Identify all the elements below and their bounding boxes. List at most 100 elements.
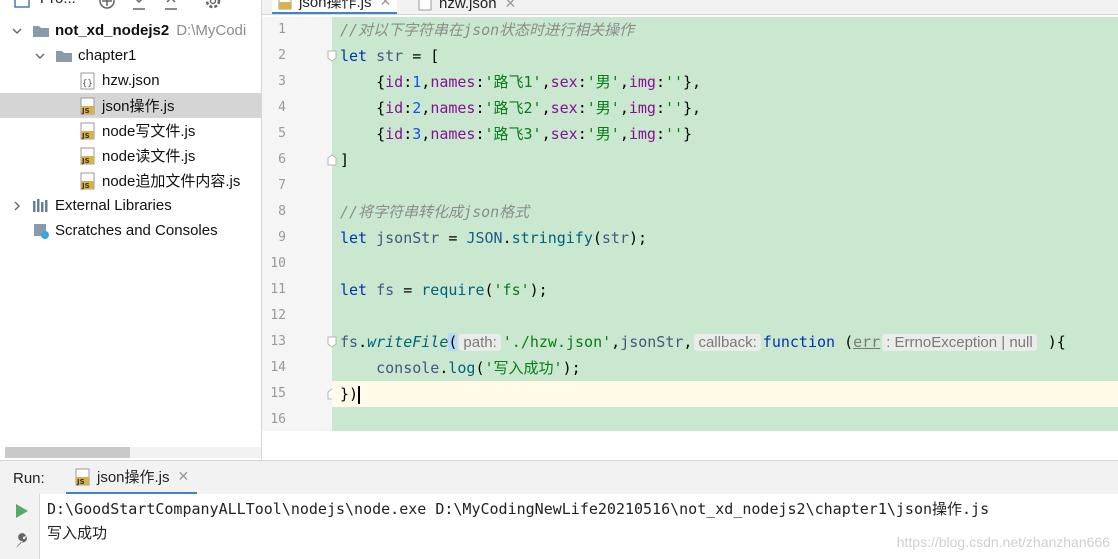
code-token: ] — [340, 151, 350, 169]
project-view-title[interactable]: Pro... — [40, 0, 76, 12]
libraries-icon — [32, 197, 50, 215]
code-token: require — [421, 281, 485, 299]
code-token: ( — [448, 333, 458, 351]
code-line[interactable]: 8 //将字符串转化成json格式 — [262, 199, 1118, 225]
code-token: '写入成功' — [484, 359, 563, 377]
code-line[interactable]: 11 let fs = require('fs'); — [262, 277, 1118, 303]
code-token: img — [628, 125, 656, 143]
code-token: ){ — [1038, 333, 1066, 351]
code-line[interactable]: 6 ] — [262, 147, 1118, 173]
run-tool-window-header: Run: JS json操作.js ✕ — [0, 460, 1118, 495]
tree-item-label: json操作.js — [102, 98, 175, 115]
tree-item-hzw-json[interactable]: {} hzw.json — [0, 68, 261, 93]
code-token: '' — [664, 125, 684, 143]
gear-icon[interactable] — [204, 0, 222, 12]
code-token: '路飞3' — [484, 125, 542, 143]
tree-item-label: node读文件.js — [102, 148, 196, 165]
close-icon[interactable]: ✕ — [505, 0, 517, 12]
collapse-all-icon[interactable] — [162, 0, 180, 12]
code-line-current[interactable]: 15 }) — [262, 381, 1118, 407]
code-token: let — [340, 47, 368, 65]
tab-label: json操作.js — [299, 0, 372, 11]
type-hint: : ErrnoException | null — [882, 334, 1037, 351]
code-token: , — [611, 333, 621, 351]
line-number: 8 — [278, 204, 286, 219]
tab-label: hzw.json — [439, 0, 497, 12]
line-number: 10 — [270, 256, 286, 271]
code-token: '男' — [586, 125, 620, 143]
close-icon[interactable]: ✕ — [380, 0, 392, 10]
code-token: ); — [529, 281, 548, 299]
project-view-icon[interactable] — [14, 0, 30, 12]
parameter-hint: callback: — [694, 334, 761, 351]
code-line[interactable]: 13 fs.writeFile(path: './hzw.json',jsonSt… — [262, 329, 1118, 355]
svg-text:{}: {} — [82, 79, 93, 89]
tree-item-node-append-js[interactable]: JS node追加文件内容.js — [0, 168, 261, 193]
code-line[interactable]: 5 {id:3,names:'路飞3',sex:'男',img:''} — [262, 121, 1118, 147]
project-toolbar: Pro... — [0, 0, 261, 13]
code-line[interactable]: 7 — [262, 173, 1118, 199]
tree-item-label: node写文件.js — [102, 123, 196, 140]
tree-item-node-write-js[interactable]: JS node写文件.js — [0, 118, 261, 143]
code-token: id — [385, 73, 404, 91]
code-line[interactable]: 14 console.log('写入成功'); — [262, 355, 1118, 381]
code-token: = [ — [403, 47, 440, 65]
json-file-icon: {} — [79, 72, 97, 90]
tree-item-external-libraries[interactable]: External Libraries — [0, 193, 261, 218]
code-token: id — [385, 125, 404, 143]
code-token: ); — [562, 359, 581, 377]
wrench-icon[interactable] — [13, 532, 31, 555]
tree-item-label: chapter1 — [78, 47, 137, 64]
line-number: 12 — [270, 308, 286, 323]
horizontal-scrollbar-thumb[interactable] — [5, 447, 130, 458]
code-token: function — [762, 333, 836, 351]
chevron-down-icon[interactable] — [10, 24, 24, 38]
tree-item-label: External Libraries — [55, 197, 172, 214]
tab-json-js[interactable]: json操作.js ✕ — [272, 0, 398, 14]
code-token: stringify — [511, 229, 593, 247]
code-token: jsonStr — [376, 229, 440, 247]
code-line[interactable]: 16 — [262, 407, 1118, 433]
line-number: 1 — [278, 22, 286, 37]
code-token: id — [385, 99, 404, 117]
code-token: }, — [683, 99, 702, 117]
code-line[interactable]: 4 {id:2,names:'路飞2',sex:'男',img:''}, — [262, 95, 1118, 121]
rerun-icon[interactable] — [14, 502, 30, 525]
tree-item-scratches[interactable]: Scratches and Consoles — [0, 218, 261, 243]
line-number: 11 — [270, 282, 286, 297]
tree-item-chapter1[interactable]: chapter1 — [0, 43, 261, 68]
close-icon[interactable]: ✕ — [178, 468, 190, 485]
tree-item-label: node追加文件内容.js — [102, 173, 241, 190]
expand-all-icon[interactable] — [130, 0, 148, 12]
tree-item-project-root[interactable]: not_xd_nodejs2 D:\MyCodi — [0, 18, 261, 43]
tree-item-label: hzw.json — [102, 72, 160, 89]
run-label: Run: — [13, 470, 45, 487]
tab-hzw-json[interactable]: hzw.json ✕ — [412, 0, 522, 14]
code-line[interactable]: 1 //对以下字符串在json状态时进行相关操作 — [262, 17, 1118, 43]
code-line[interactable]: 10 — [262, 251, 1118, 277]
console-line: D:\GoodStartCompanyALLTool\nodejs\node.e… — [47, 500, 990, 518]
tree-item-json-js[interactable]: JS json操作.js — [0, 93, 261, 118]
code-token: }) — [340, 385, 359, 403]
json-file-icon — [418, 0, 434, 12]
code-line[interactable]: 9 let jsonStr = JSON.stringify(str); — [262, 225, 1118, 251]
code-line[interactable]: 2 let str = [ — [262, 43, 1118, 69]
chevron-down-icon[interactable] — [33, 49, 47, 63]
locate-file-icon[interactable] — [98, 0, 116, 12]
code-line[interactable]: 3 {id:1,names:'路飞1',sex:'男',img:''}, — [262, 69, 1118, 95]
code-token: names — [430, 73, 476, 91]
code-token: '路飞2' — [484, 99, 542, 117]
code-token: , — [683, 333, 693, 351]
code-token: } — [683, 125, 693, 143]
chevron-right-icon[interactable] — [10, 199, 24, 213]
code-token: = — [439, 229, 467, 247]
text-caret — [358, 385, 361, 404]
hide-panel-icon[interactable] — [238, 0, 254, 12]
svg-text:JS: JS — [81, 107, 90, 115]
tree-item-node-read-js[interactable]: JS node读文件.js — [0, 143, 261, 168]
code-token: str — [601, 229, 629, 247]
parameter-hint: path: — [459, 334, 501, 351]
run-tab[interactable]: JS json操作.js ✕ — [66, 461, 198, 495]
line-number: 15 — [270, 386, 286, 401]
code-line[interactable]: 12 — [262, 303, 1118, 329]
